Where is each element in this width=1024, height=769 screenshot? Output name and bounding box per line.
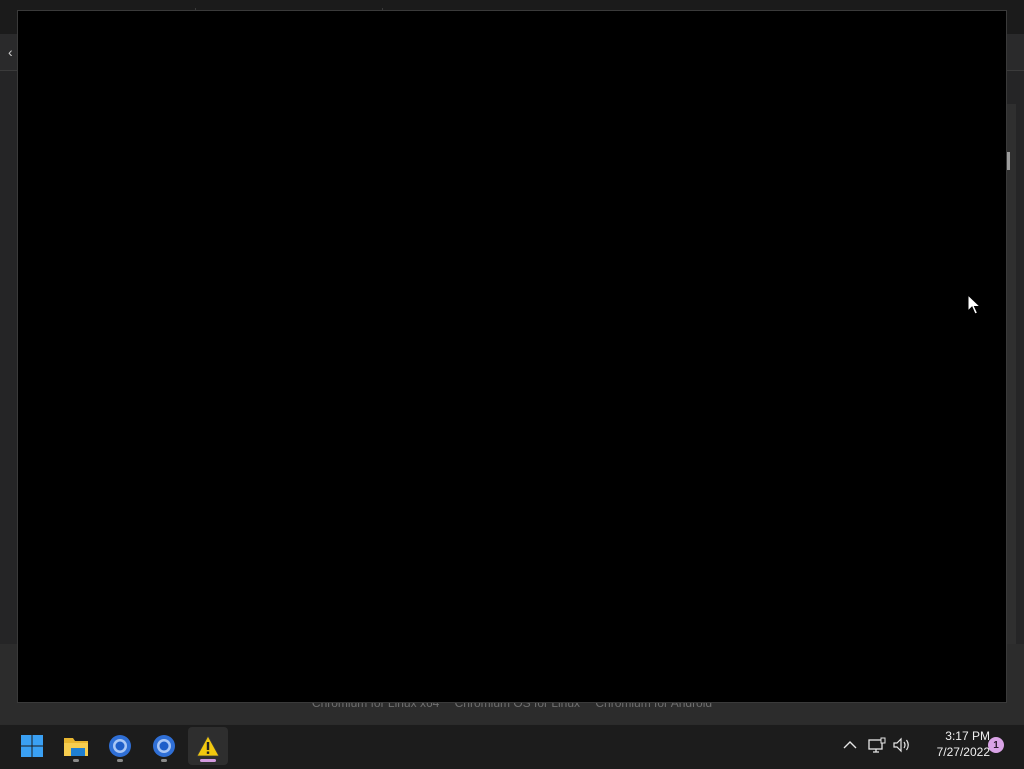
taskbar-chromium-2[interactable]	[144, 727, 184, 765]
running-indicator	[161, 759, 167, 762]
chromium-icon	[109, 735, 131, 757]
folder-icon	[64, 738, 88, 756]
clock-date: 7/27/2022	[936, 745, 990, 759]
start-button[interactable]	[12, 727, 52, 765]
background-scrollbar[interactable]	[1006, 104, 1016, 644]
taskbar: 3:17 PM 7/27/2022 1	[0, 724, 1024, 769]
chromium-icon	[153, 735, 175, 757]
system-clock[interactable]: 3:17 PM 7/27/2022	[918, 728, 990, 760]
warning-icon	[196, 735, 220, 757]
mouse-cursor-icon	[967, 294, 981, 315]
active-indicator	[200, 759, 216, 762]
network-icon[interactable]	[867, 735, 887, 755]
clock-time: 3:17 PM	[945, 729, 990, 743]
black-overlay-window[interactable]	[17, 10, 1007, 703]
running-indicator	[73, 759, 79, 762]
notification-badge[interactable]: 1	[988, 737, 1004, 753]
taskbar-chromium-1[interactable]	[100, 727, 140, 765]
taskbar-warning-app[interactable]	[188, 727, 228, 765]
volume-icon[interactable]	[892, 735, 912, 755]
running-indicator	[117, 759, 123, 762]
windows-start-icon	[21, 735, 43, 757]
taskbar-file-explorer[interactable]	[56, 727, 96, 765]
chevron-up-icon[interactable]	[840, 735, 860, 755]
